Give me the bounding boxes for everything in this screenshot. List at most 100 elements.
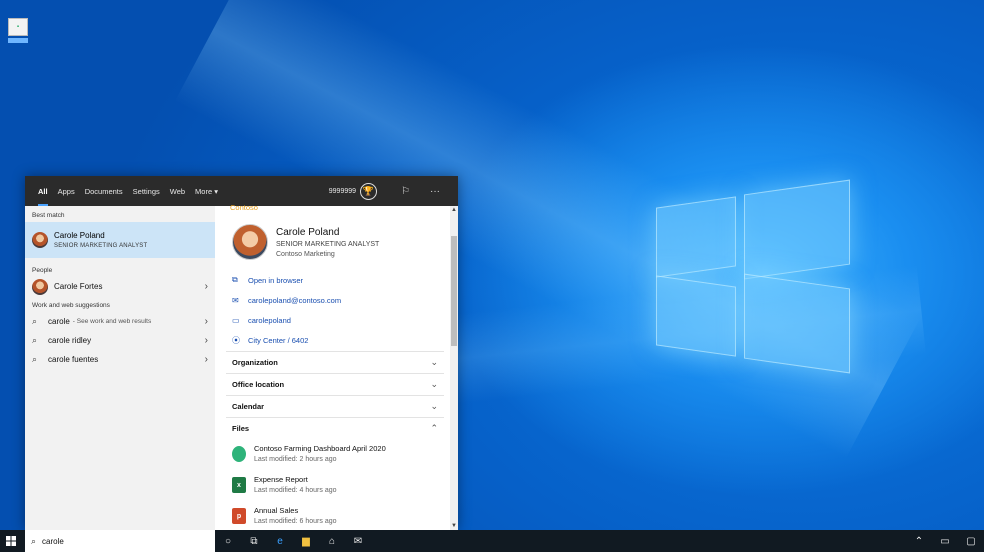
profile-title: SENIOR MARKETING ANALYST [276, 241, 380, 248]
location-icon: ⦿ [232, 335, 240, 345]
shortcut-label [8, 38, 28, 43]
logo-pane [656, 196, 736, 278]
search-tabs-bar: All Apps Documents Settings Web More ▾ 9… [25, 176, 458, 206]
chevron-down-icon: ⌄ [430, 357, 438, 367]
profile-department: Contoso Marketing [276, 251, 335, 258]
suggestion-query: carole ridley [48, 336, 92, 345]
chevron-down-icon: ⌄ [430, 379, 438, 389]
rewards-points: 9999999 [328, 187, 357, 195]
results-list: Best match Carole Poland SENIOR MARKETIN… [25, 206, 215, 530]
powerbi-icon [232, 446, 246, 462]
shortcut-tile: ▪ [8, 18, 28, 36]
file-item[interactable]: x Expense Report Last modified: 4 hours … [232, 475, 337, 494]
windows-start-icon [6, 536, 16, 546]
mail-icon[interactable]: ✉ [345, 530, 371, 552]
search-icon: ⌕ [32, 354, 38, 364]
scroll-thumb[interactable] [451, 236, 457, 346]
org-tag: Contoso [230, 203, 258, 212]
section-label: Office location [232, 380, 285, 389]
suggestion-query: carole fuentes [48, 355, 99, 364]
trophy-icon[interactable]: 🏆 [360, 182, 378, 200]
file-name: Expense Report [254, 475, 308, 484]
search-panel: All Apps Documents Settings Web More ▾ 9… [25, 176, 458, 530]
more-options-icon[interactable]: ··· [430, 186, 440, 197]
tab-more[interactable]: More ▾ [190, 176, 223, 206]
chevron-right-icon[interactable]: › [205, 335, 208, 346]
section-label: Files [232, 424, 250, 433]
notifications-icon[interactable]: ▢ [958, 530, 984, 552]
profile-name: Carole Poland [276, 227, 340, 238]
system-tray: ⌃ ▭ ▢ [906, 530, 984, 552]
section-files[interactable]: Files ⌃ [226, 417, 444, 439]
avatar [32, 278, 48, 295]
tab-all[interactable]: All [33, 176, 53, 206]
suggestion-item[interactable]: ⌕ carole - See work and web results › [25, 312, 215, 331]
suggestion-hint: - See work and web results [72, 318, 152, 325]
tab-web[interactable]: Web [165, 176, 190, 206]
person-name: Carole Fortes [54, 282, 103, 291]
cortana-icon[interactable]: ○ [215, 530, 241, 552]
file-item[interactable]: Contoso Farming Dashboard April 2020 Las… [232, 444, 386, 463]
file-modified: Last modified: 4 hours ago [254, 487, 337, 494]
powerpoint-icon: p [232, 508, 246, 524]
suggestions-label: Work and web suggestions [32, 302, 110, 309]
chat-icon: ▭ [232, 315, 240, 325]
tab-apps[interactable]: Apps [53, 176, 80, 206]
profile-links: ⧉ Open in browser ✉ carolepoland@contoso… [232, 270, 341, 350]
scrollbar[interactable]: ▲ ▼ [450, 206, 458, 530]
logo-pane [744, 179, 850, 280]
chevron-right-icon[interactable]: › [205, 316, 208, 327]
file-name: Contoso Farming Dashboard April 2020 [254, 444, 386, 453]
app-shortcut-icon[interactable]: ▪ [8, 18, 30, 43]
taskbar-search-box[interactable]: ⌕ carole [25, 530, 215, 552]
chevron-right-icon[interactable]: › [205, 281, 208, 292]
search-icon: ⌕ [32, 335, 38, 345]
best-match-name: Carole Poland [54, 231, 105, 240]
battery-icon[interactable]: ▭ [932, 530, 958, 552]
chat-link[interactable]: ▭ carolepoland [232, 310, 341, 330]
search-icon: ⌕ [31, 535, 37, 546]
scroll-down-icon[interactable]: ▼ [451, 523, 457, 529]
chevron-down-icon: ⌄ [430, 401, 438, 411]
link-text: City Center / 6402 [248, 335, 309, 345]
link-text: Open in browser [248, 275, 304, 285]
location-link[interactable]: ⦿ City Center / 6402 [232, 330, 341, 350]
people-label: People [32, 267, 53, 274]
suggestion-query: carole [48, 317, 70, 326]
file-item[interactable]: p Annual Sales Last modified: 6 hours ag… [232, 506, 337, 525]
suggestion-item[interactable]: ⌕ carole fuentes › [25, 350, 215, 369]
chevron-up-icon: ⌃ [430, 423, 438, 433]
taskbar: ⌕ carole ○ ⧉ e ▆ ⌂ ✉ ⌃ ▭ ▢ [0, 530, 984, 552]
section-organization[interactable]: Organization ⌄ [226, 351, 444, 373]
edge-icon[interactable]: e [267, 530, 293, 552]
tab-documents[interactable]: Documents [80, 176, 128, 206]
profile-card: Carole Poland SENIOR MARKETING ANALYST C… [232, 224, 379, 260]
email-link[interactable]: ✉ carolepoland@contoso.com [232, 290, 341, 310]
chevron-right-icon[interactable]: › [205, 354, 208, 365]
section-office-location[interactable]: Office location ⌄ [226, 373, 444, 395]
scroll-up-icon[interactable]: ▲ [451, 207, 457, 213]
windows-logo-wallpaper [656, 175, 851, 380]
start-button[interactable] [0, 530, 22, 552]
logo-pane [656, 275, 736, 357]
avatar [232, 224, 268, 260]
taskbar-search-input[interactable]: carole [42, 537, 64, 546]
excel-icon: x [232, 477, 246, 493]
best-match-title: SENIOR MARKETING ANALYST [54, 243, 148, 249]
section-calendar[interactable]: Calendar ⌄ [226, 395, 444, 417]
tab-settings[interactable]: Settings [128, 176, 165, 206]
chevron-up-icon[interactable]: ⌃ [906, 530, 932, 552]
person-item[interactable]: Carole Fortes › [25, 277, 215, 296]
avatar [32, 232, 48, 248]
suggestion-item[interactable]: ⌕ carole ridley › [25, 331, 215, 350]
file-explorer-icon[interactable]: ▆ [293, 530, 319, 552]
section-label: Organization [232, 358, 278, 367]
feedback-icon[interactable]: ⚐ [401, 186, 410, 197]
file-name: Annual Sales [254, 506, 299, 515]
file-modified: Last modified: 2 hours ago [254, 456, 337, 463]
mail-icon: ✉ [232, 295, 239, 305]
task-view-icon[interactable]: ⧉ [241, 530, 267, 552]
store-icon[interactable]: ⌂ [319, 530, 345, 552]
best-match-item[interactable]: Carole Poland SENIOR MARKETING ANALYST [25, 222, 215, 258]
open-in-browser-link[interactable]: ⧉ Open in browser [232, 270, 341, 290]
